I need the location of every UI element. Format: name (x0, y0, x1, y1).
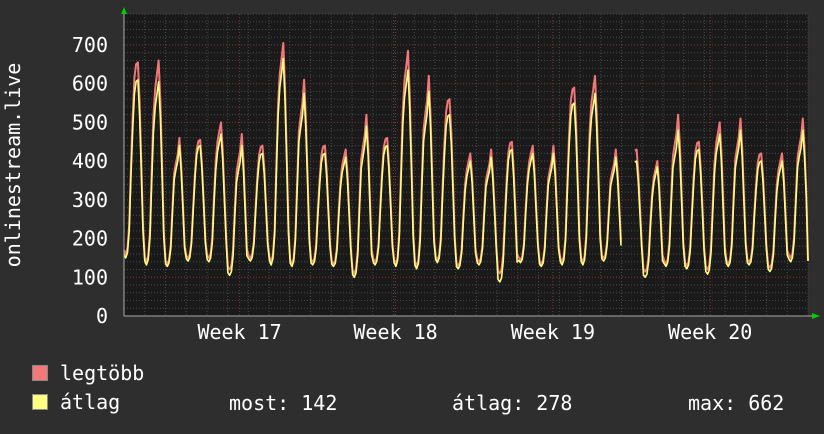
stat-now: most: 142 (229, 391, 337, 415)
stat-now-value: 142 (301, 391, 338, 415)
stat-now-label: most: (229, 391, 290, 415)
y-tick-label: 400 (72, 149, 108, 173)
y-tick-label: 100 (72, 265, 108, 289)
stat-max-label: max: (688, 391, 737, 415)
y-tick-label: 600 (72, 72, 108, 96)
stat-max-value: 662 (748, 391, 785, 415)
x-axis-arrow-icon (812, 313, 820, 319)
y-tick-label: 500 (72, 110, 108, 134)
x-tick-label: Week 18 (353, 320, 437, 344)
stat-average-value: 278 (536, 391, 573, 415)
x-tick-label: Week 20 (668, 320, 752, 344)
stat-max: max: 662 (688, 391, 784, 415)
y-tick-label: 300 (72, 188, 108, 212)
y-tick-label: 700 (72, 33, 108, 57)
stat-average: átlag: 278 (452, 391, 572, 415)
avg-series-label: átlag (60, 390, 121, 414)
x-tick-label: Week 17 (197, 320, 281, 344)
y-axis-label: onlinestream.live (1, 63, 25, 268)
avg-series-swatch (32, 394, 48, 410)
y-tick-label: 200 (72, 227, 108, 251)
max-series-label: legtöbb (60, 361, 145, 385)
x-tick-label: Week 19 (511, 320, 595, 344)
y-tick-label: 0 (96, 304, 108, 328)
legend-item-max: legtöbb (32, 361, 145, 385)
y-axis-arrow-icon (121, 7, 127, 14)
max-series-swatch (32, 365, 48, 381)
stat-average-label: átlag: (452, 391, 525, 415)
legend-item-avg: átlag (32, 390, 121, 414)
